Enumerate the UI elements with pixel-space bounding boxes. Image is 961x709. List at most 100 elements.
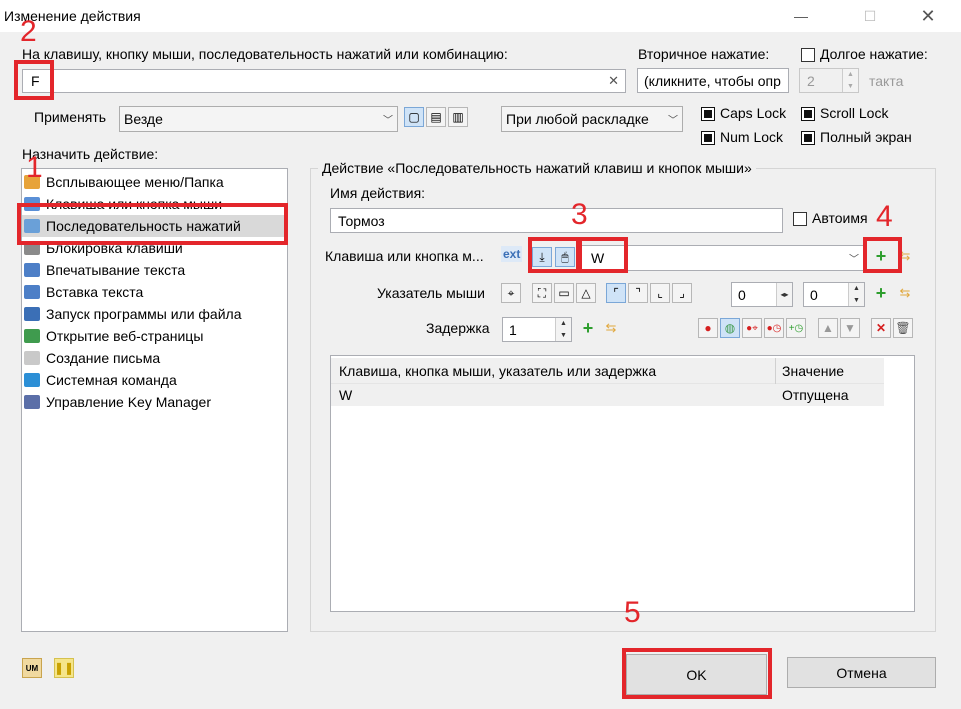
long-press-label: Долгое нажатие: (820, 46, 928, 62)
list-item[interactable]: Системная команда (22, 369, 287, 391)
pause-icon[interactable]: ❚❚ (54, 658, 74, 678)
list-item[interactable]: Запуск программы или файла (22, 303, 287, 325)
fullscreen-label: Полный экран (820, 129, 912, 145)
spin-up-icon[interactable]: ▲ (848, 283, 864, 295)
replace-pointer-icon[interactable]: ⇆ (895, 283, 915, 303)
list-item-label: Всплывающее меню/Папка (46, 174, 224, 190)
paste-icon (24, 285, 40, 299)
pointer-label: Указатель мыши (377, 285, 485, 301)
list-item[interactable]: Открытие веб-страницы (22, 325, 287, 347)
move-up-icon[interactable]: ▲ (818, 318, 838, 338)
action-group-title: Действие «Последовательность нажатий кла… (318, 160, 756, 176)
run-program-icon (24, 307, 40, 321)
table-cell-key: W (339, 387, 353, 403)
key-manager-icon (24, 395, 40, 409)
list-item[interactable]: Всплывающее меню/Папка (22, 171, 287, 193)
caps-lock-checkbox[interactable] (701, 107, 715, 121)
annotation-number-2: 2 (20, 15, 37, 48)
scroll-lock-checkbox[interactable] (801, 107, 815, 121)
secondary-input[interactable]: (кликните, чтобы опр (637, 68, 789, 93)
replace-delay-icon[interactable]: ⇆ (601, 318, 621, 338)
annotation-box-3a (528, 237, 580, 273)
pointer-x-spinner[interactable]: 0 ◂▸ (731, 282, 793, 307)
relative-coords-icon[interactable]: △ (576, 283, 596, 303)
cancel-button[interactable]: Отмена (787, 657, 936, 688)
list-item-label: Управление Key Manager (46, 394, 211, 410)
spin-down-icon[interactable]: ▼ (555, 329, 571, 341)
list-item[interactable]: Вставка текста (22, 281, 287, 303)
delete-icon[interactable]: ✕ (871, 318, 891, 338)
chevron-down-icon: ﹀ (383, 115, 393, 127)
trash-icon[interactable]: 🗑 (893, 318, 913, 338)
apply-select[interactable]: Везде ﹀ (119, 106, 398, 132)
pick-window-icon[interactable]: ▤ (426, 107, 446, 127)
pointer-pick-icon[interactable]: ⌖ (501, 283, 521, 303)
secondary-label: Вторичное нажатие: (638, 46, 770, 62)
list-item[interactable]: Впечатывание текста (22, 259, 287, 281)
record-with-delay-icon[interactable]: ●◷ (764, 318, 784, 338)
clear-icon[interactable]: ✕ (608, 73, 619, 89)
list-item[interactable]: Управление Key Manager (22, 391, 287, 413)
window-list-icon[interactable]: ▥ (448, 107, 468, 127)
user-macros-icon[interactable]: UM (22, 658, 42, 678)
fullscreen-checkbox[interactable] (801, 131, 815, 145)
typing-icon (24, 263, 40, 277)
num-lock-checkbox[interactable] (701, 131, 715, 145)
minimize-button[interactable]: — (778, 0, 824, 32)
annotation-box-5 (622, 648, 772, 699)
autoname-checkbox[interactable] (793, 212, 807, 226)
window-coords-icon[interactable]: ▭ (554, 283, 574, 303)
delay-value: 1 (509, 322, 517, 338)
apply-label: Применять (34, 109, 107, 125)
spin-down-icon[interactable]: ▼ (848, 294, 864, 306)
add-delay-icon[interactable]: + (578, 318, 598, 338)
list-item-label: Системная команда (46, 372, 177, 388)
long-press-checkbox[interactable] (801, 48, 815, 62)
pointer-y-value: 0 (810, 287, 818, 303)
pointer-y-spinner[interactable]: 0 ▲ ▼ (803, 282, 865, 307)
list-item-label: Запуск программы или файла (46, 306, 242, 322)
delay-spinner[interactable]: 1 ▲ ▼ (502, 317, 572, 342)
hotkey-input[interactable]: F ✕ (22, 69, 626, 93)
action-name-input[interactable]: Тормоз (330, 208, 783, 233)
list-item-label: Вставка текста (46, 284, 144, 300)
list-item[interactable]: Создание письма (22, 347, 287, 369)
annotation-box-3b (578, 237, 628, 273)
key-label: Клавиша или кнопка м... (325, 248, 484, 264)
record-icon[interactable]: ● (698, 318, 718, 338)
add-pointer-icon[interactable]: + (871, 283, 891, 303)
apply-value: Везде (124, 111, 163, 127)
caps-lock-label: Caps Lock (720, 105, 787, 121)
spin-left-right-icon[interactable]: ◂▸ (776, 283, 792, 306)
chevron-down-icon: ﹀ (668, 115, 678, 127)
insert-delay-icon[interactable]: +◷ (786, 318, 806, 338)
annotation-number-5: 5 (624, 596, 641, 629)
table-cell-value: Отпущена (782, 387, 849, 403)
table-row[interactable]: W Отпущена (331, 384, 884, 406)
new-window-icon[interactable]: ▢ (404, 107, 424, 127)
maximize-button[interactable]: ☐ (847, 0, 893, 32)
steps-table[interactable]: Клавиша, кнопка мыши, указатель или заде… (330, 355, 915, 612)
table-header-value[interactable]: Значение (782, 363, 844, 379)
spin-up-icon[interactable]: ▲ (555, 318, 571, 330)
globe-record-icon[interactable]: ◍ (720, 318, 740, 338)
chevron-down-icon: ﹀ (849, 254, 859, 266)
screen-coords-icon[interactable]: ⛶ (532, 283, 552, 303)
close-button[interactable]: ✕ (905, 0, 951, 32)
record-with-pointer-icon[interactable]: ●⌖ (742, 318, 762, 338)
long-press-value: 2 (807, 73, 815, 89)
table-header-key[interactable]: Клавиша, кнопка мыши, указатель или заде… (339, 363, 656, 379)
layout-value: При любой раскладке (506, 111, 649, 127)
secondary-value: (кликните, чтобы опр (644, 73, 781, 89)
annotation-number-1: 1 (26, 151, 43, 184)
corner-bottom-right-icon[interactable]: ⌟ (672, 283, 692, 303)
corner-top-right-icon[interactable]: ⌝ (628, 283, 648, 303)
move-down-icon[interactable]: ▼ (840, 318, 860, 338)
column-divider (775, 358, 776, 384)
ext-icon[interactable]: ext (501, 246, 523, 262)
delay-label: Задержка (426, 320, 490, 336)
scroll-lock-label: Scroll Lock (820, 105, 889, 121)
corner-top-left-icon[interactable]: ⌜ (606, 283, 626, 303)
layout-select[interactable]: При любой раскладке ﹀ (501, 106, 683, 132)
corner-bottom-left-icon[interactable]: ⌞ (650, 283, 670, 303)
